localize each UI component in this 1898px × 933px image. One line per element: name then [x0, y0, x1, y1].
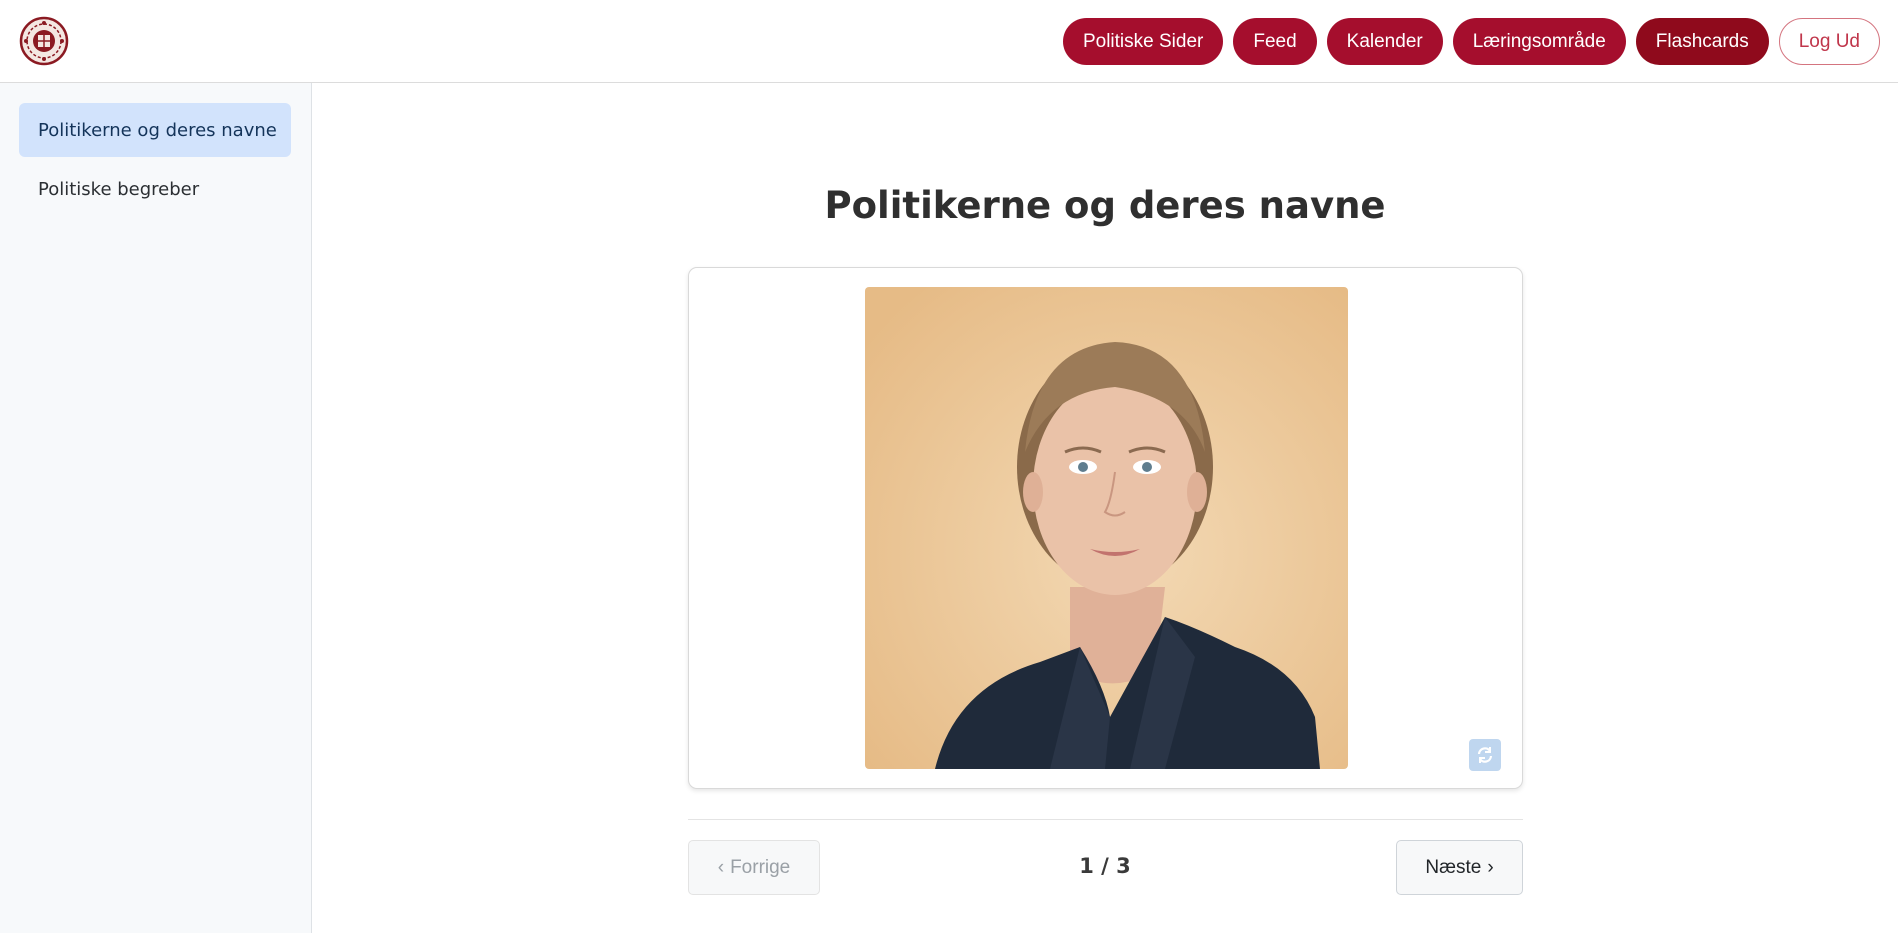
top-header: Politiske Sider Feed Kalender Læringsomr…: [0, 0, 1898, 83]
next-label: Næste: [1425, 856, 1482, 878]
card-counter: 1 / 3: [1079, 854, 1131, 878]
chevron-left-icon: ‹: [717, 856, 725, 878]
nav-feed[interactable]: Feed: [1233, 18, 1317, 65]
nav-flashcards[interactable]: Flashcards: [1635, 18, 1769, 65]
logout-button[interactable]: Log Ud: [1778, 18, 1880, 65]
flashcard[interactable]: [688, 267, 1523, 789]
next-button[interactable]: Næste ›: [1396, 840, 1523, 895]
nav-politiske-sider[interactable]: Politiske Sider: [1062, 18, 1224, 65]
chevron-right-icon: ›: [1487, 856, 1494, 878]
royal-crest-logo-icon[interactable]: [19, 16, 69, 66]
sidebar: Politikerne og deres navne Politiske beg…: [0, 83, 312, 933]
main-nav: Politiske Sider Feed Kalender Læringsomr…: [1062, 18, 1880, 65]
previous-button[interactable]: ‹ Forrige: [688, 840, 820, 895]
divider: [688, 819, 1523, 820]
page-title: Politikerne og deres navne: [824, 184, 1386, 227]
nav-kalender[interactable]: Kalender: [1326, 18, 1443, 65]
sidebar-item-begreber[interactable]: Politiske begreber: [19, 162, 291, 216]
previous-label: Forrige: [730, 856, 791, 878]
refresh-icon[interactable]: [1469, 739, 1501, 771]
politician-portrait-image: [865, 287, 1348, 769]
nav-laeringsomraade[interactable]: Læringsområde: [1452, 18, 1626, 65]
sidebar-item-politikerne[interactable]: Politikerne og deres navne: [19, 103, 291, 157]
